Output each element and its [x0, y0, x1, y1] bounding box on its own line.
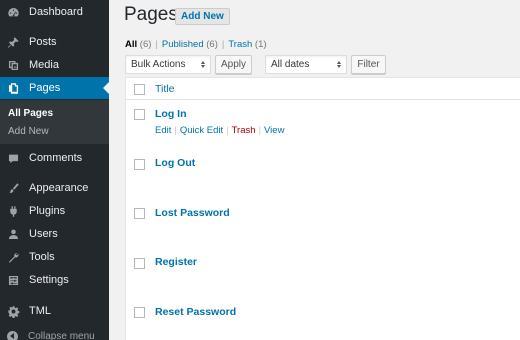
menu-label-tml: TML — [29, 305, 51, 317]
row-checkbox[interactable] — [134, 159, 145, 170]
submenu-add-new[interactable]: Add New — [8, 126, 49, 137]
admin-sidebar: Dashboard Posts Media Pages All Pages Ad… — [0, 0, 109, 340]
dashboard-icon — [6, 5, 20, 19]
view-separator: | — [155, 39, 158, 50]
row-title-register[interactable]: Register — [155, 256, 197, 268]
pages-table: Title Log In Edit | Quick Edit | Trash | View … — [125, 77, 520, 340]
row-title-log-out[interactable]: Log Out — [155, 157, 195, 169]
menu-item-tml[interactable]: TML — [0, 300, 109, 322]
menu-label-posts: Posts — [29, 36, 57, 48]
select-arrows-icon — [201, 61, 205, 68]
trash-link[interactable]: Trash — [232, 125, 256, 136]
gear-icon — [6, 304, 20, 318]
menu-label-dashboard: Dashboard — [29, 6, 83, 18]
menu-item-posts[interactable]: Posts — [0, 31, 109, 53]
menu-item-settings[interactable]: Settings — [0, 269, 109, 291]
row-checkbox[interactable] — [134, 109, 145, 120]
view-published-link[interactable]: Published — [162, 39, 204, 50]
plug-icon — [6, 204, 20, 218]
menu-label-users: Users — [29, 228, 58, 240]
paintbrush-icon — [6, 181, 20, 195]
collapse-menu-button[interactable]: Collapse menu — [0, 325, 109, 340]
view-trash-count: (1) — [254, 39, 267, 50]
collapse-icon — [7, 330, 18, 340]
menu-item-media[interactable]: Media — [0, 54, 109, 76]
view-link[interactable]: View — [264, 125, 284, 136]
menu-label-appearance: Appearance — [29, 182, 89, 194]
menu-label-media: Media — [29, 59, 59, 71]
media-icon — [6, 58, 20, 72]
edit-link[interactable]: Edit — [155, 125, 171, 136]
view-separator: | — [221, 39, 225, 50]
menu-label-settings: Settings — [29, 274, 69, 286]
view-all-count: (6) — [139, 39, 152, 50]
page-title: Pages — [124, 4, 178, 25]
row-title-lost-password[interactable]: Lost Password — [155, 207, 230, 219]
view-trash-link[interactable]: Trash — [228, 39, 252, 50]
pages-submenu: All Pages Add New — [0, 100, 109, 144]
table-header: Title — [126, 78, 520, 100]
view-published-count: (6) — [206, 39, 218, 50]
dates-value: All dates — [271, 59, 310, 70]
row-checkbox[interactable] — [134, 208, 145, 219]
wrench-icon — [6, 250, 20, 264]
select-all-checkbox[interactable] — [134, 84, 145, 95]
row-checkbox[interactable] — [134, 258, 145, 269]
row-actions: Edit | Quick Edit | Trash | View — [155, 125, 285, 136]
row-checkbox[interactable] — [134, 307, 145, 318]
menu-item-pages[interactable]: Pages — [0, 77, 109, 99]
add-new-button[interactable]: Add New — [175, 8, 230, 25]
main-content: Pages Add New All (6) | Published (6) | Tras… — [109, 0, 520, 340]
filter-button[interactable]: Filter — [351, 55, 386, 74]
pushpin-icon — [6, 35, 20, 49]
apply-button[interactable]: Apply — [215, 55, 252, 74]
settings-icon — [6, 273, 20, 287]
menu-item-plugins[interactable]: Plugins — [0, 200, 109, 222]
collapse-label: Collapse menu — [28, 330, 95, 340]
column-title-header[interactable]: Title — [155, 83, 174, 95]
view-all-link[interactable]: All — [125, 39, 137, 50]
menu-item-appearance[interactable]: Appearance — [0, 177, 109, 199]
menu-label-pages: Pages — [29, 82, 61, 94]
comment-icon — [6, 151, 20, 165]
menu-item-tools[interactable]: Tools — [0, 246, 109, 268]
menu-item-comments[interactable]: Comments — [0, 147, 109, 169]
status-views: All (6) | Published (6) | Trash (1) — [125, 39, 267, 50]
submenu-all-pages[interactable]: All Pages — [8, 108, 53, 119]
dates-select[interactable]: All dates — [265, 55, 347, 74]
quick-edit-link[interactable]: Quick Edit — [180, 125, 223, 136]
bulk-actions-select[interactable]: Bulk Actions — [125, 55, 211, 74]
select-arrows-icon — [337, 61, 341, 68]
row-title-reset-password[interactable]: Reset Password — [155, 306, 236, 318]
pages-icon — [6, 81, 20, 95]
row-title-log-in[interactable]: Log In — [155, 108, 187, 120]
menu-label-comments: Comments — [29, 152, 83, 164]
menu-item-dashboard[interactable]: Dashboard — [0, 1, 109, 23]
user-icon — [6, 227, 20, 241]
menu-item-users[interactable]: Users — [0, 223, 109, 245]
menu-label-tools: Tools — [29, 251, 55, 263]
menu-label-plugins: Plugins — [29, 205, 66, 217]
bulk-actions-value: Bulk Actions — [131, 59, 186, 70]
